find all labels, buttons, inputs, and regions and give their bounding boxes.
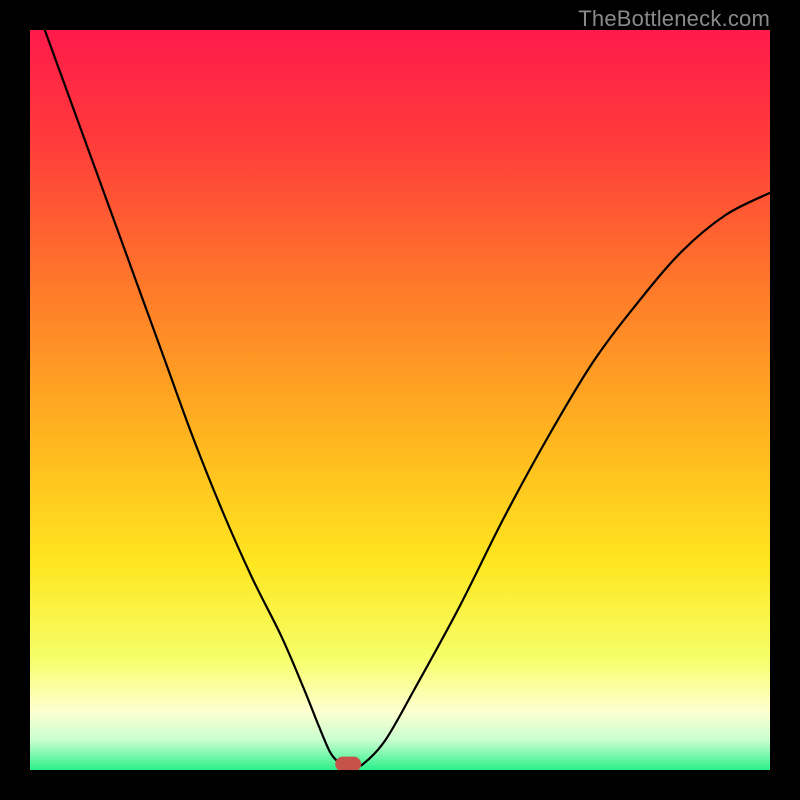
watermark-text: TheBottleneck.com (578, 6, 770, 32)
chart-frame: TheBottleneck.com (0, 0, 800, 800)
gradient-background (30, 30, 770, 770)
chart-svg (30, 30, 770, 770)
optimum-marker (335, 757, 361, 770)
chart-plot-area (30, 30, 770, 770)
